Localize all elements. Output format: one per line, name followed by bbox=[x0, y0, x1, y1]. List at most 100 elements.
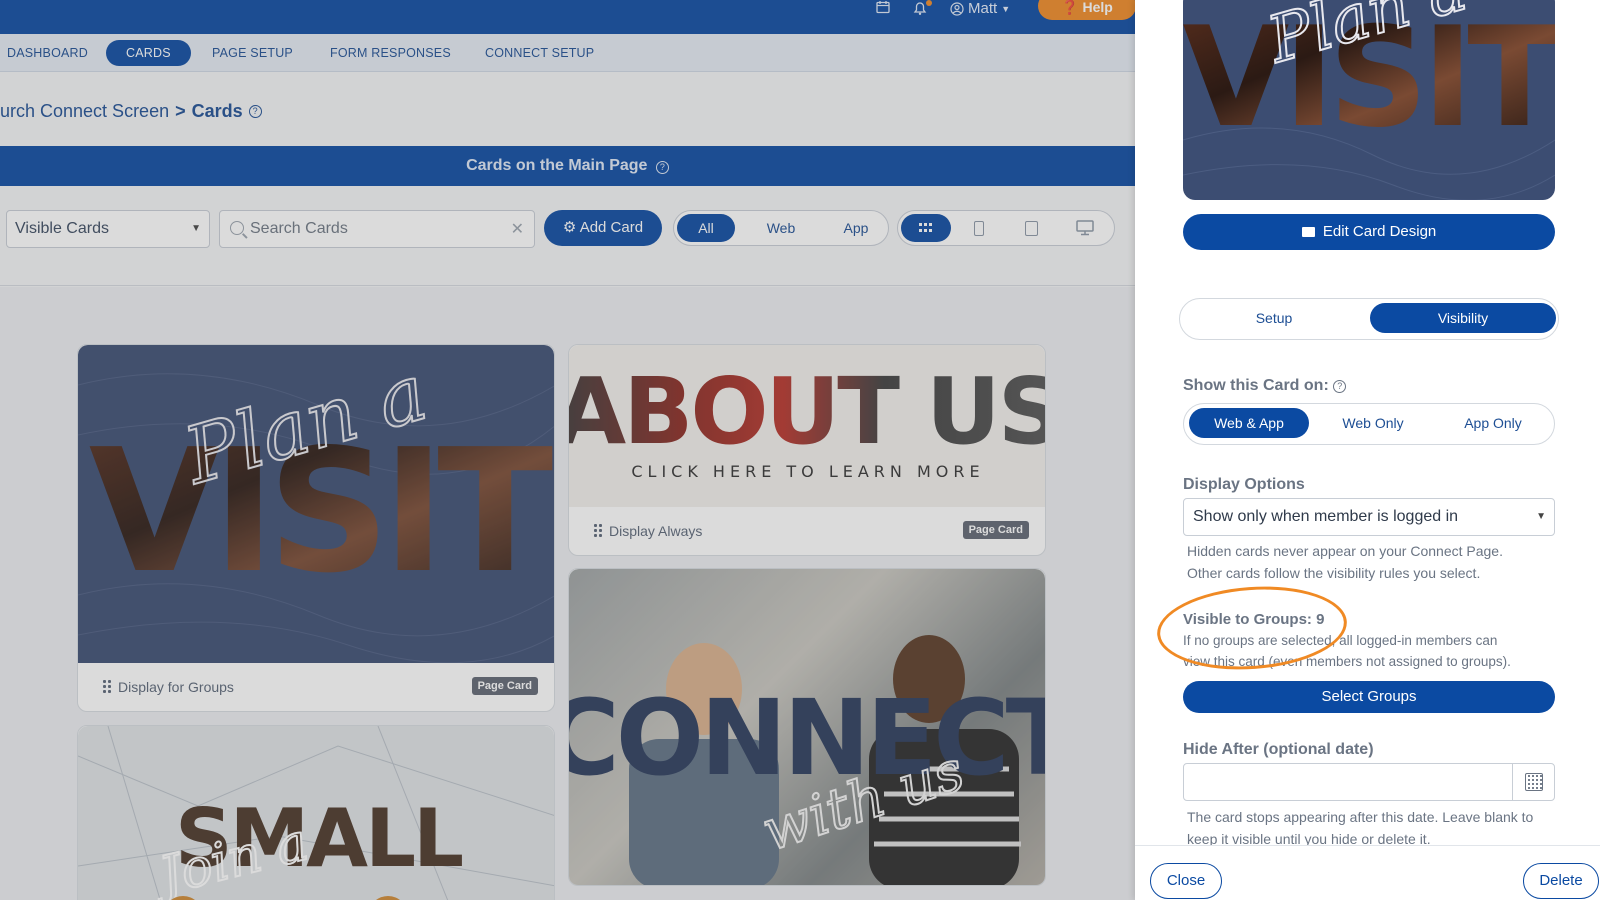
hide-after-heading: Hide After (optional date) bbox=[1183, 741, 1374, 758]
filter-app[interactable]: App bbox=[827, 214, 885, 242]
drawer-tabs: Setup Visibility bbox=[1179, 298, 1559, 340]
tab-cards[interactable]: CARDS bbox=[106, 40, 191, 66]
drawer-footer: Close Delete bbox=[1135, 845, 1600, 900]
help-circle-icon: ❓ bbox=[1061, 0, 1079, 15]
display-options-heading: Display Options bbox=[1183, 476, 1305, 493]
gear-icon: ⚙ bbox=[562, 219, 577, 236]
card-filter-select[interactable]: Visible Cards ▼ bbox=[6, 210, 210, 248]
chevron-down-icon: ▼ bbox=[1001, 4, 1011, 14]
delete-button[interactable]: Delete bbox=[1523, 863, 1599, 899]
tab-visibility[interactable]: Visibility bbox=[1370, 303, 1556, 333]
calendar-icon[interactable] bbox=[876, 0, 890, 18]
section-header: Cards on the Main Page ? bbox=[0, 146, 1135, 186]
add-card-button[interactable]: ⚙ Add Card bbox=[544, 210, 662, 246]
tab-setup[interactable]: Setup bbox=[1184, 303, 1364, 333]
visible-groups-heading: Visible to Groups: 9 bbox=[1183, 611, 1325, 628]
card-about-us[interactable]: ABOUT US CLICK HERE TO LEARN MORE Displa… bbox=[568, 344, 1046, 556]
display-options-help: Hidden cards never appear on your Connec… bbox=[1187, 540, 1557, 584]
help-question-icon[interactable]: ? bbox=[655, 161, 669, 174]
platform-filter: All Web App bbox=[673, 210, 889, 246]
date-picker-button[interactable] bbox=[1512, 764, 1554, 800]
card-connect-with-us[interactable]: CONNECT with us bbox=[568, 568, 1046, 886]
breadcrumb-current: Cards bbox=[191, 101, 243, 121]
card-image: CONNECT with us bbox=[569, 569, 1045, 885]
grid-icon[interactable] bbox=[901, 214, 951, 242]
section-title: Cards on the Main Page bbox=[466, 157, 648, 174]
help-button[interactable]: ❓ Help bbox=[1038, 0, 1135, 20]
desktop-icon[interactable] bbox=[1060, 214, 1110, 242]
show-on-heading: Show this Card on: ? bbox=[1183, 377, 1347, 395]
show-on-selector: Web & App Web Only App Only bbox=[1183, 403, 1555, 445]
cards-grid: VISIT Plan a Display for Groups Page Car… bbox=[0, 287, 1135, 900]
hide-after-input[interactable] bbox=[1188, 768, 1508, 796]
help-line: Hidden cards never appear on your Connec… bbox=[1187, 543, 1503, 559]
tab-dashboard[interactable]: DASHBOARD bbox=[7, 40, 88, 66]
search-input[interactable] bbox=[250, 215, 500, 243]
card-type-badge: Page Card bbox=[471, 677, 538, 695]
card-footer: Display Always Page Card bbox=[569, 507, 1045, 555]
help-line: Other cards follow the visibility rules … bbox=[1187, 565, 1481, 581]
hide-after-date-field bbox=[1183, 763, 1555, 801]
caret-down-icon: ▼ bbox=[191, 223, 201, 234]
tab-connect-setup[interactable]: CONNECT SETUP bbox=[485, 40, 594, 66]
search-icon bbox=[230, 221, 244, 235]
main-app: Matt ▼ ❓ Help DASHBOARD CARDS PAGE SETUP… bbox=[0, 0, 1135, 900]
breadcrumb: urch Connect Screen > Cards ? bbox=[0, 101, 262, 122]
close-button[interactable]: Close bbox=[1150, 863, 1222, 899]
notification-dot bbox=[926, 0, 932, 6]
help-question-icon[interactable]: ? bbox=[248, 105, 262, 118]
card-filter-value: Visible Cards bbox=[15, 220, 109, 237]
help-question-icon[interactable]: ? bbox=[1333, 380, 1347, 393]
help-line: view this card (even members not assigne… bbox=[1183, 654, 1511, 669]
nav-bar: DASHBOARD CARDS PAGE SETUP FORM RESPONSE… bbox=[0, 34, 1135, 72]
help-line: The card stops appearing after this date… bbox=[1187, 809, 1534, 825]
edit-card-design-label: Edit Card Design bbox=[1322, 223, 1437, 240]
design-card-icon bbox=[1301, 227, 1315, 237]
phone-icon[interactable] bbox=[954, 214, 1004, 242]
card-settings-drawer: VISIT Plan a Edit Card Design Setup Visi… bbox=[1135, 0, 1600, 900]
visible-groups-help: If no groups are selected, all logged-in… bbox=[1183, 630, 1553, 672]
add-card-label: Add Card bbox=[579, 219, 644, 236]
card-image: ABOUT US CLICK HERE TO LEARN MORE bbox=[569, 345, 1045, 507]
select-groups-button[interactable]: Select Groups bbox=[1183, 681, 1555, 713]
filter-all[interactable]: All bbox=[677, 214, 735, 242]
bell-icon[interactable] bbox=[912, 0, 932, 18]
drag-handle-icon[interactable] bbox=[102, 679, 112, 693]
device-view-toggle bbox=[897, 210, 1115, 246]
card-visibility-label: Display Always bbox=[609, 523, 703, 539]
search-cards-box: ✕ bbox=[219, 210, 535, 248]
user-name: Matt bbox=[968, 0, 998, 17]
calendar-icon bbox=[1525, 773, 1543, 791]
edit-card-design-button[interactable]: Edit Card Design bbox=[1183, 214, 1555, 250]
option-web-only[interactable]: Web Only bbox=[1314, 408, 1432, 438]
user-circle-icon bbox=[950, 2, 964, 16]
card-preview: VISIT Plan a bbox=[1183, 0, 1555, 200]
card-visibility-label: Display for Groups bbox=[118, 679, 234, 695]
breadcrumb-parent[interactable]: urch Connect Screen bbox=[0, 101, 169, 122]
help-line: If no groups are selected, all logged-in… bbox=[1183, 633, 1498, 648]
card-title-block: CONNECT bbox=[569, 677, 1045, 799]
help-label: Help bbox=[1082, 0, 1113, 15]
card-plan-a-visit[interactable]: VISIT Plan a Display for Groups Page Car… bbox=[77, 344, 555, 712]
top-bar: Matt ▼ ❓ Help bbox=[0, 0, 1135, 34]
card-image: VISIT Plan a bbox=[78, 345, 554, 663]
option-web-and-app[interactable]: Web & App bbox=[1189, 408, 1309, 438]
card-footer: Display for Groups Page Card bbox=[78, 663, 554, 711]
show-on-heading-text: Show this Card on: bbox=[1183, 377, 1329, 394]
display-options-select[interactable]: Show only when member is logged in ▼ bbox=[1183, 498, 1555, 536]
tablet-icon[interactable] bbox=[1006, 214, 1056, 242]
card-join-a-small-group[interactable]: SMALL Join a bbox=[77, 725, 555, 900]
filter-web[interactable]: Web bbox=[752, 214, 810, 242]
tab-form-responses[interactable]: FORM RESPONSES bbox=[330, 40, 451, 66]
display-options-value: Show only when member is logged in bbox=[1193, 508, 1459, 525]
card-subtitle: CLICK HERE TO LEARN MORE bbox=[631, 462, 984, 481]
card-title-block: ABOUT US bbox=[569, 358, 1045, 465]
drag-handle-icon[interactable] bbox=[593, 523, 603, 537]
card-type-badge: Page Card bbox=[962, 521, 1029, 539]
caret-down-icon: ▼ bbox=[1536, 511, 1546, 522]
clear-icon[interactable]: ✕ bbox=[511, 219, 524, 239]
option-app-only[interactable]: App Only bbox=[1436, 408, 1550, 438]
tab-page-setup[interactable]: PAGE SETUP bbox=[212, 40, 293, 66]
card-image: SMALL Join a bbox=[78, 726, 554, 900]
user-menu[interactable]: Matt ▼ bbox=[950, 0, 1010, 18]
